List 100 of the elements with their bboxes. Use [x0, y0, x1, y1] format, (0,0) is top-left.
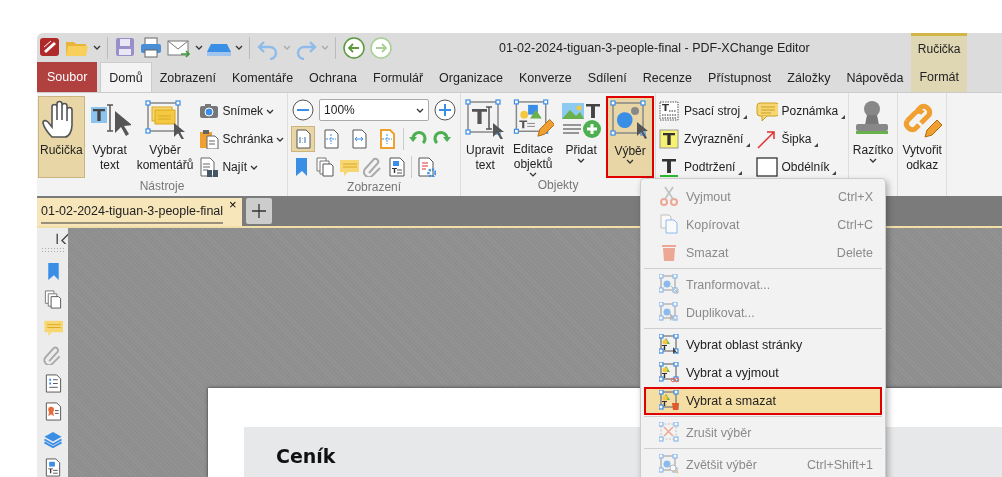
group-title: Zobrazení: [346, 180, 403, 196]
shortcut-text: Ctrl+X: [837, 190, 873, 204]
ribbon-button[interactable]: Podtržení: [657, 155, 753, 179]
corner-mark-icon: [738, 171, 743, 175]
view-mode-button[interactable]: [291, 126, 316, 152]
file-menu-tab[interactable]: Soubor: [37, 62, 98, 92]
shortcut-text: Delete: [836, 246, 873, 260]
search-icon: [199, 157, 220, 177]
caret-icon: [276, 136, 285, 142]
corner-mark-icon: [832, 171, 837, 175]
ribbon-button[interactable]: Zvýraznění: [657, 127, 753, 151]
corner-mark-icon: [814, 143, 819, 147]
fit-width-icon: [349, 129, 370, 149]
shortcut-text: Ctrl+C: [837, 218, 873, 232]
ribbon-button[interactable]: Psací stroj: [657, 99, 753, 123]
comment-icon[interactable]: [42, 318, 63, 337]
ribbon-tab[interactable]: Domů: [100, 62, 152, 92]
transform-icon: [659, 274, 681, 296]
menu-item[interactable]: Vybrat a smazat: [644, 387, 882, 415]
shortcut-text: Ctrl+Shift+1: [807, 458, 873, 472]
scissors-icon: [659, 186, 681, 208]
highlight-icon: [659, 129, 682, 149]
caret-icon: [869, 158, 878, 163]
ribbon-tab[interactable]: Konverze: [511, 64, 580, 92]
caret-icon: [250, 164, 259, 170]
select-area-icon: [659, 334, 681, 356]
form-icon[interactable]: [387, 157, 408, 177]
document-tab[interactable]: 01-02-2024-tiguan-3-people-final ×: [37, 198, 242, 226]
caret-icon: [266, 108, 275, 114]
paperclip-icon[interactable]: [42, 346, 63, 365]
fit-visible-icon: [377, 129, 398, 149]
ribbon-tab[interactable]: Záložky: [779, 64, 839, 92]
menu-item[interactable]: Vybrat oblast stránky: [644, 331, 882, 359]
object-edit-icon: [512, 99, 555, 139]
caret-icon: [626, 159, 635, 164]
zoom-field[interactable]: 100%: [319, 99, 430, 121]
ribbon-button[interactable]: Schránka: [197, 127, 287, 151]
ribbon-tab[interactable]: Zobrazení: [151, 64, 224, 92]
zoom-in-icon[interactable]: [433, 98, 458, 122]
caret-icon: [529, 172, 538, 177]
pages-icon[interactable]: [42, 290, 63, 309]
zoom-out-icon[interactable]: [291, 98, 316, 122]
corner-mark-icon: [746, 143, 751, 147]
ribbon-button[interactable]: Snímek: [197, 99, 287, 123]
corner-mark-icon: [841, 115, 846, 119]
paperclip-icon[interactable]: [363, 157, 384, 177]
ribbon-button[interactable]: Ručička: [38, 96, 85, 178]
window-title: 01-02-2024-tiguan-3-people-final - PDF-XChange Editor: [499, 40, 810, 55]
page-heading: Ceník: [276, 445, 336, 467]
actual-size-icon: [293, 129, 314, 149]
copy-icon: [659, 214, 681, 236]
ribbon-tab[interactable]: Ochrana: [301, 64, 366, 92]
menu-item[interactable]: Vybrat a vyjmout: [644, 359, 882, 387]
comment-icon[interactable]: [339, 157, 360, 177]
duplicate-icon: [659, 302, 681, 324]
new-tab-button[interactable]: [245, 198, 272, 224]
ribbon-button[interactable]: Výběr komentářů: [134, 96, 196, 178]
ribbon-tab[interactable]: Organizace: [431, 64, 511, 92]
ribbon-button[interactable]: Najít: [197, 155, 287, 179]
typewriter-icon: [659, 101, 682, 121]
ribbon-tab[interactable]: Komentáře: [223, 64, 302, 92]
ribbon-button[interactable]: Vytvořit odkaz: [899, 96, 946, 178]
ribbon-tab[interactable]: Recenze: [634, 64, 701, 92]
pages-icon[interactable]: [315, 157, 336, 177]
ribbon-button[interactable]: Poznámka: [754, 99, 848, 123]
zoom-selection-icon: [659, 454, 681, 476]
ribbon-tab[interactable]: Formát: [911, 62, 967, 92]
ribbon-button[interactable]: Upravit text: [462, 96, 509, 178]
comment-select-icon: [144, 99, 187, 139]
close-tab-button[interactable]: ×: [229, 198, 237, 212]
ribbon-button[interactable]: Razítko: [850, 96, 897, 178]
contextual-group-label: Ručička: [917, 41, 961, 58]
document-settings-icon[interactable]: [416, 157, 437, 177]
caret-icon: [416, 107, 425, 113]
fit-page-icon: [321, 129, 342, 149]
ribbon-button[interactable]: Přidat: [558, 96, 605, 178]
camera-icon: [199, 101, 220, 121]
ribbon-tab[interactable]: Přístupnost: [700, 64, 780, 92]
ribbon-button[interactable]: Výběr: [606, 96, 655, 178]
ribbon-button[interactable]: Obdélník: [754, 155, 848, 179]
layers-icon[interactable]: [42, 430, 63, 449]
plus-icon: [250, 203, 267, 219]
select-delete-icon: [659, 390, 681, 412]
ribbon-tab[interactable]: Nápověda: [838, 64, 912, 92]
note-icon: [756, 101, 779, 121]
collapse-icon[interactable]: [54, 231, 68, 245]
ribbon-tab[interactable]: Sdílení: [579, 64, 635, 92]
caret-icon: [577, 158, 586, 163]
corner-mark-icon: [743, 115, 748, 119]
ribbon-tab[interactable]: Formulář: [365, 64, 432, 92]
ribbon-button[interactable]: Vybrat text: [86, 96, 133, 178]
select-cut-icon: [659, 362, 681, 384]
rectangle-icon: [756, 157, 779, 177]
printer-icon[interactable]: [139, 35, 163, 60]
group-title: Objekty: [536, 178, 580, 194]
clipboard-icon: [199, 129, 220, 149]
group-title: Nástroje: [138, 179, 186, 195]
cancel-selection-icon: [659, 422, 681, 444]
ribbon-button[interactable]: Šipka: [754, 127, 848, 151]
ribbon-button[interactable]: Editace objektů: [510, 96, 557, 178]
